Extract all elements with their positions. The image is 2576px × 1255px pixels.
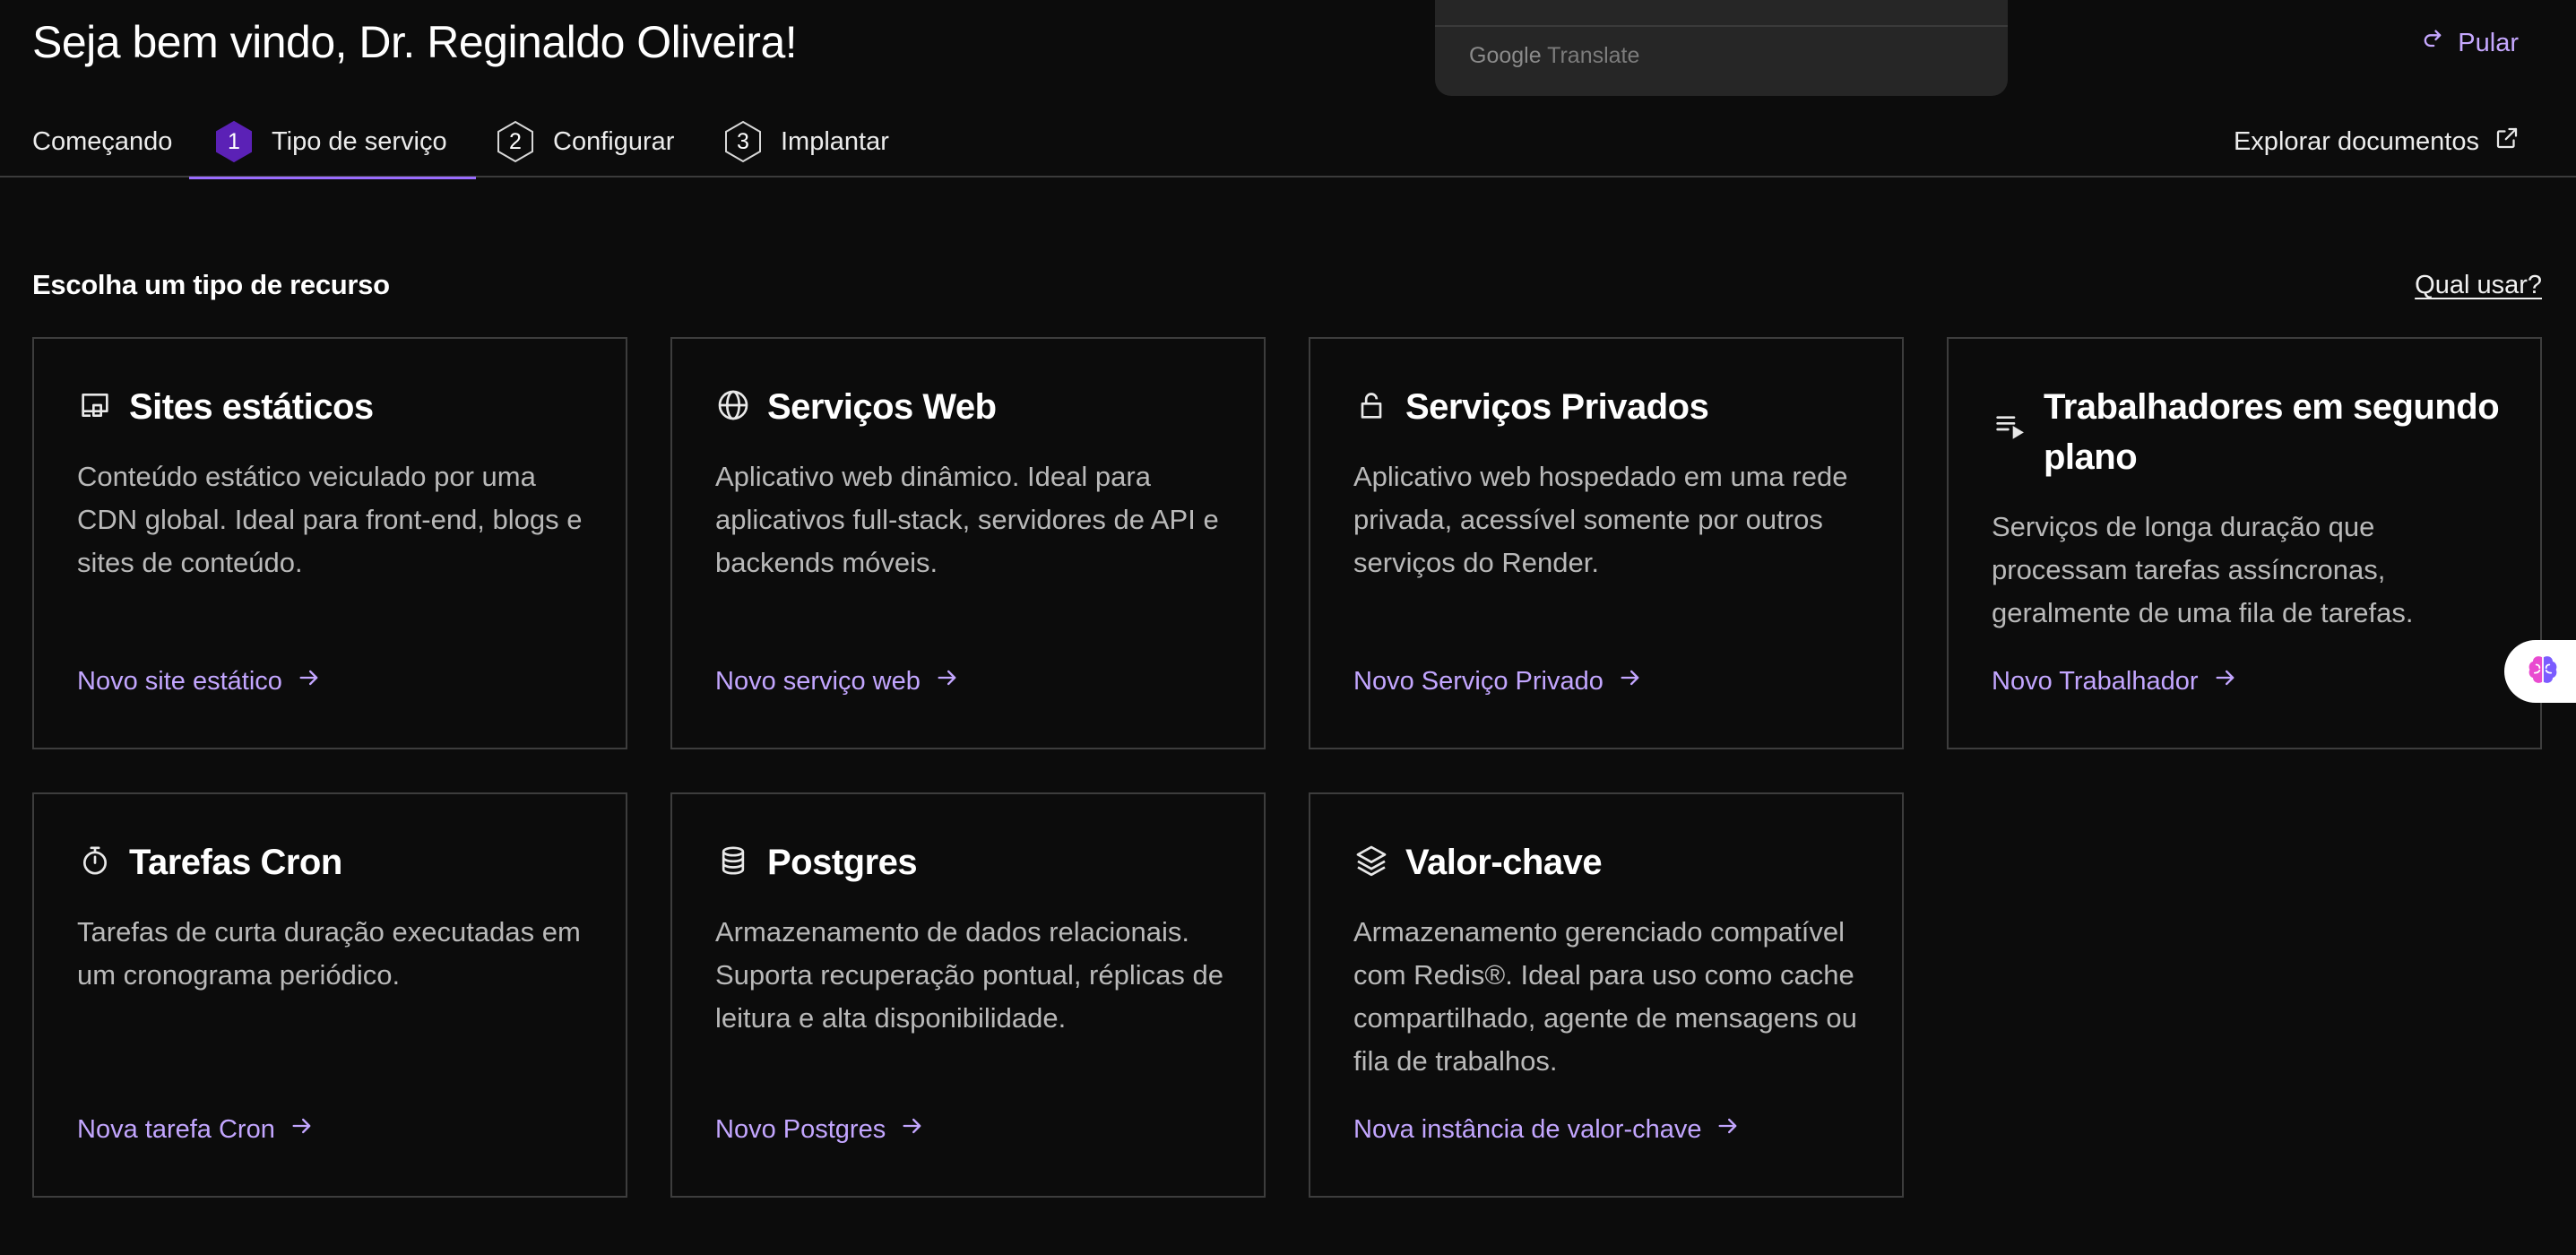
card-description: Conteúdo estático veiculado por uma CDN … xyxy=(77,461,583,578)
tab-label: Implantar xyxy=(781,126,889,156)
explore-docs-label: Explorar documentos xyxy=(2233,126,2479,156)
card-web-services[interactable]: Serviços Web Aplicativo web dinâmico. Id… xyxy=(670,337,1266,749)
new-static-site-link[interactable]: Novo site estático xyxy=(77,665,322,697)
card-link-label: Novo Trabalhador xyxy=(1992,666,2199,696)
card-postgres[interactable]: Postgres Armazenamento de dados relacion… xyxy=(670,792,1266,1198)
globe-icon xyxy=(715,387,751,423)
new-cron-job-link[interactable]: Nova tarefa Cron xyxy=(77,1113,315,1146)
arrow-right-icon xyxy=(297,665,322,697)
tab-configure[interactable]: 2 Configurar xyxy=(496,106,674,177)
arrow-right-icon xyxy=(1618,665,1643,697)
card-private-services[interactable]: Serviços Privados Aplicativo web hospeda… xyxy=(1309,337,1904,749)
tab-getting-started[interactable]: Começando xyxy=(32,106,172,177)
layers-icon xyxy=(1353,843,1389,878)
card-cron-jobs[interactable]: Tarefas Cron Tarefas de curta duração ex… xyxy=(32,792,627,1198)
card-static-sites[interactable]: Sites estáticos Conteúdo estático veicul… xyxy=(32,337,627,749)
new-postgres-link[interactable]: Novo Postgres xyxy=(715,1113,925,1146)
card-description: Armazenamento gerenciado compatível com … xyxy=(1353,916,1857,1077)
skip-label: Pular xyxy=(2458,28,2519,57)
card-description: Tarefas de curta duração executadas em u… xyxy=(77,916,581,991)
new-web-service-link[interactable]: Novo serviço web xyxy=(715,665,960,697)
card-title: Serviços Web xyxy=(767,387,997,427)
tab-label: Começando xyxy=(32,126,173,156)
google-translate-popup: Google Translate xyxy=(1435,0,2008,96)
card-description: Aplicativo web dinâmico. Ideal para apli… xyxy=(715,461,1219,578)
tab-service-type[interactable]: 1 Tipo de serviço xyxy=(189,106,476,179)
card-key-value[interactable]: Valor-chave Armazenamento gerenciado com… xyxy=(1309,792,1904,1198)
tab-label: Configurar xyxy=(553,126,675,156)
card-title: Postgres xyxy=(767,843,918,882)
static-site-icon xyxy=(77,387,113,423)
card-background-workers[interactable]: Trabalhadores em segundo plano Serviços … xyxy=(1947,337,2542,749)
new-worker-link[interactable]: Novo Trabalhador xyxy=(1992,665,2238,697)
redo-arrow-icon xyxy=(2420,27,2445,59)
brain-icon xyxy=(2518,650,2563,694)
card-title: Serviços Privados xyxy=(1405,387,1709,427)
arrow-right-icon xyxy=(1716,1113,1741,1146)
tab-deploy[interactable]: 3 Implantar xyxy=(723,106,889,177)
onboarding-tabs: Começando 1 Tipo de serviço 2 Configurar… xyxy=(0,106,2576,179)
queue-icon xyxy=(1992,407,2027,443)
card-description: Serviços de longa duração que processam … xyxy=(1992,511,2414,628)
card-title: Trabalhadores em segundo plano xyxy=(2044,387,2500,477)
card-link-label: Novo serviço web xyxy=(715,666,921,696)
card-description: Aplicativo web hospedado em uma rede pri… xyxy=(1353,461,1848,578)
step-2-hexagon-icon: 2 xyxy=(496,120,535,163)
explore-docs-link[interactable]: Explorar documentos xyxy=(2234,106,2520,177)
card-description: Armazenamento de dados relacionais. Supo… xyxy=(715,916,1223,1034)
stopwatch-icon xyxy=(77,843,113,878)
lock-icon xyxy=(1353,387,1389,423)
step-1-hexagon-icon: 1 xyxy=(214,120,254,163)
tab-label: Tipo de serviço xyxy=(272,126,447,156)
arrow-right-icon xyxy=(2213,665,2238,697)
skip-button[interactable]: Pular xyxy=(2420,27,2519,59)
card-title: Sites estáticos xyxy=(129,387,374,427)
arrow-right-icon xyxy=(900,1113,925,1146)
step-3-hexagon-icon: 3 xyxy=(723,120,763,163)
google-translate-brand: Google Translate xyxy=(1469,43,1640,68)
card-title: Tarefas Cron xyxy=(129,843,342,882)
card-title: Valor-chave xyxy=(1405,843,1603,882)
external-link-icon xyxy=(2494,125,2520,159)
arrow-right-icon xyxy=(290,1113,315,1146)
card-link-label: Novo Postgres xyxy=(715,1114,886,1144)
card-link-label: Nova tarefa Cron xyxy=(77,1114,275,1144)
card-link-label: Nova instância de valor-chave xyxy=(1353,1114,1702,1144)
arrow-right-icon xyxy=(935,665,960,697)
card-link-label: Novo Serviço Privado xyxy=(1353,666,1604,696)
brain-assistant-button[interactable] xyxy=(2504,640,2576,703)
section-title: Escolha um tipo de recurso xyxy=(32,269,390,300)
new-private-service-link[interactable]: Novo Serviço Privado xyxy=(1353,665,1643,697)
translate-divider xyxy=(1435,25,2008,27)
which-to-use-link[interactable]: Qual usar? xyxy=(2415,271,2542,300)
new-key-value-link[interactable]: Nova instância de valor-chave xyxy=(1353,1113,1741,1146)
card-link-label: Novo site estático xyxy=(77,666,282,696)
page-title: Seja bem vindo, Dr. Reginaldo Oliveira! xyxy=(32,17,798,67)
database-icon xyxy=(715,843,751,878)
